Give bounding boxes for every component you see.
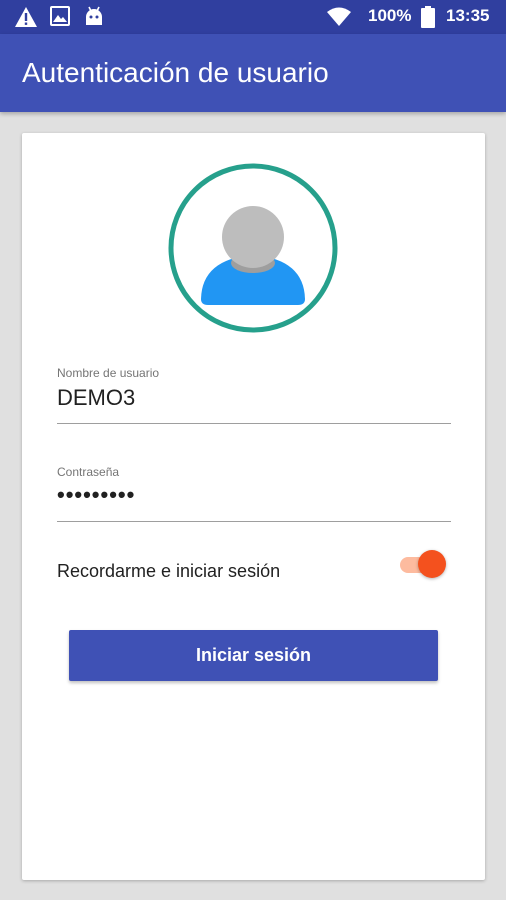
page-title: Autenticación de usuario — [22, 57, 329, 88]
warning-icon — [14, 6, 38, 32]
switch-thumb — [418, 550, 446, 578]
remember-switch[interactable] — [400, 549, 448, 579]
user-avatar-icon — [168, 163, 338, 333]
username-label: Nombre de usuario — [57, 366, 160, 380]
wifi-icon — [326, 7, 352, 31]
login-button[interactable]: Iniciar sesión — [69, 630, 438, 681]
clock: 13:35 — [446, 6, 490, 25]
password-label: Contraseña — [57, 465, 120, 479]
username-underline — [57, 423, 451, 424]
app-bar: Autenticación de usuario — [0, 34, 506, 112]
username-input[interactable]: DEMO3 — [57, 385, 135, 411]
image-icon — [50, 6, 70, 30]
password-input[interactable]: ••••••••• — [57, 482, 135, 508]
battery-icon — [421, 6, 435, 32]
battery-percent: 100% — [368, 6, 412, 25]
login-card: Nombre de usuario DEMO3 Contraseña •••••… — [22, 133, 485, 880]
android-icon — [84, 6, 104, 30]
remember-label: Recordarme e iniciar sesión — [57, 561, 281, 581]
status-bar: 100% 13:35 — [0, 0, 506, 34]
password-underline — [57, 521, 451, 522]
